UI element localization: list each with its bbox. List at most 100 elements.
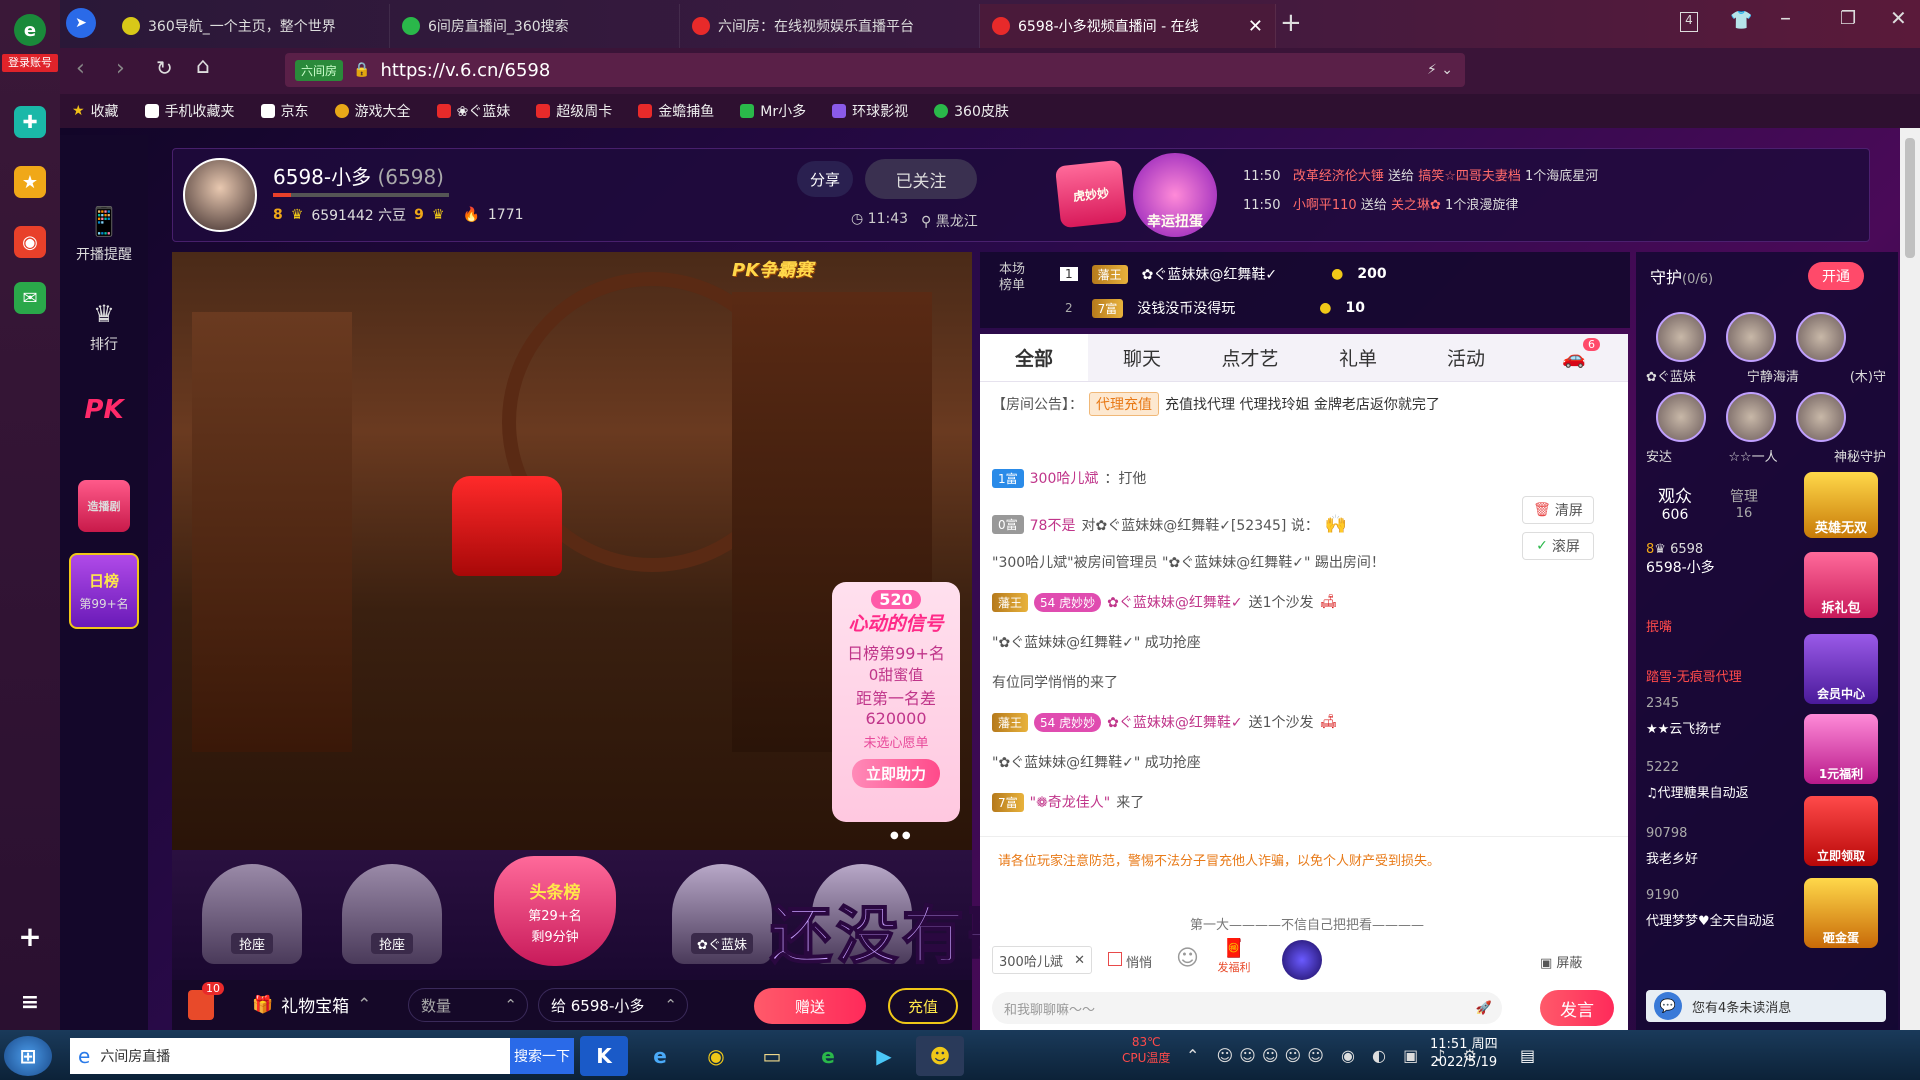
tab-giftlist[interactable]: 礼单 bbox=[1304, 334, 1412, 381]
bookmark-item[interactable]: ★ 收藏 bbox=[72, 101, 119, 121]
shield-button[interactable]: ▣ 屏蔽 bbox=[1540, 952, 1582, 971]
seat-2[interactable]: 抢座 bbox=[342, 864, 442, 964]
send-message-button[interactable]: 发言 bbox=[1540, 990, 1614, 1026]
tab-360nav[interactable]: 360导航_一个主页，整个世界 bbox=[110, 4, 390, 48]
refresh-icon[interactable]: ↻ bbox=[156, 56, 173, 80]
pk-banner[interactable]: PK争霸赛 bbox=[732, 256, 842, 282]
browser-logo-icon[interactable]: e bbox=[14, 14, 46, 46]
sidebar-item-daily[interactable]: 日榜 第99+名 bbox=[60, 553, 148, 629]
avatar[interactable] bbox=[1726, 312, 1776, 362]
promo-member[interactable]: 会员中心 bbox=[1804, 634, 1878, 704]
player-icon[interactable]: ▶ bbox=[860, 1036, 908, 1076]
bookmark-item[interactable]: 京东 bbox=[260, 101, 309, 121]
recipient-select[interactable]: 给 6598-小多 ⌃ bbox=[538, 988, 688, 1022]
fuli-button[interactable]: 🧧 发福利 bbox=[1212, 938, 1256, 978]
scroll-lock-button[interactable]: ✓ 滚屏 bbox=[1522, 532, 1594, 560]
ie-icon[interactable]: e bbox=[636, 1036, 684, 1076]
follow-button[interactable]: 已关注 bbox=[865, 159, 977, 199]
share-button[interactable]: 分享 bbox=[797, 161, 853, 197]
sidebar-item-rank[interactable]: ♛ 排行 bbox=[60, 300, 148, 354]
tab-search[interactable]: 6间房直播间_360搜索 bbox=[390, 4, 680, 48]
tab-chat[interactable]: 聊天 bbox=[1088, 334, 1196, 381]
tab-car[interactable]: 🚗 6 bbox=[1520, 334, 1628, 381]
forward-icon[interactable]: › bbox=[116, 56, 125, 81]
bookmark-item[interactable]: 金蟾捕鱼 bbox=[638, 101, 714, 121]
promo-redpacket[interactable]: 立即领取 bbox=[1804, 796, 1878, 866]
audience-user[interactable]: 8♛ 6598 6598-小多 bbox=[1646, 542, 1715, 577]
avatar[interactable] bbox=[183, 158, 257, 232]
open-guard-button[interactable]: 开通 bbox=[1808, 262, 1864, 290]
rank-row[interactable]: 1 藩王 ✿ぐ蓝妹妹@红舞鞋✓ ● 200 bbox=[1060, 264, 1387, 284]
magic-icon[interactable] bbox=[1282, 940, 1322, 980]
clock[interactable]: 11:51 周四 2022/5/19 bbox=[1430, 1036, 1498, 1072]
audience-user[interactable]: 抿嘴 bbox=[1646, 616, 1672, 635]
recharge-button[interactable]: 充值 bbox=[888, 988, 958, 1024]
sidebar-item-show[interactable]: 造播剧 bbox=[60, 480, 148, 532]
lightning-icon[interactable]: ⚡ ⌄ bbox=[1427, 62, 1453, 78]
bookmark-item[interactable]: Mr小多 bbox=[740, 101, 806, 121]
promo-tiger[interactable]: 虎妙妙 bbox=[1054, 159, 1128, 229]
tab-talent[interactable]: 点才艺 bbox=[1196, 334, 1304, 381]
audience-user[interactable]: ★★云飞扬ぜ bbox=[1646, 718, 1721, 737]
back-icon[interactable]: ‹ bbox=[76, 56, 85, 81]
folder-icon[interactable]: ▭ bbox=[748, 1036, 796, 1076]
close-tab-icon[interactable]: ✕ bbox=[1248, 16, 1263, 37]
mail-icon[interactable]: ✉ bbox=[14, 282, 46, 314]
carousel-dots[interactable]: ● ● bbox=[890, 830, 911, 841]
whisper-checkbox[interactable]: 悄悄 bbox=[1108, 952, 1152, 971]
promo-gift[interactable]: 拆礼包 bbox=[1804, 552, 1878, 618]
avatar[interactable] bbox=[1796, 392, 1846, 442]
bookmark-item[interactable]: 超级周卡 bbox=[536, 101, 612, 121]
audience-tab[interactable]: 观众 606 bbox=[1658, 482, 1692, 523]
navigation-icon[interactable]: ➤ bbox=[66, 8, 96, 38]
tab-6cn[interactable]: 六间房：在线视频娱乐直播平台 bbox=[680, 4, 980, 48]
close-window-icon[interactable]: ✕ bbox=[1890, 6, 1907, 30]
rank-title[interactable]: 本场榜单 bbox=[994, 262, 1030, 294]
notification-icon[interactable]: ▤ bbox=[1520, 1046, 1535, 1065]
new-tab-button[interactable]: + bbox=[1280, 8, 1302, 38]
taskbar-search-button[interactable]: 搜索一下 bbox=[510, 1038, 574, 1074]
login-button[interactable]: 登录账号 bbox=[2, 54, 58, 72]
seat-1[interactable]: 抢座 bbox=[202, 864, 302, 964]
start-icon[interactable]: ⊞ bbox=[4, 1036, 52, 1076]
avatar[interactable]: ☻ bbox=[916, 1036, 964, 1076]
tab-activity[interactable]: 活动 bbox=[1412, 334, 1520, 381]
audience-user[interactable]: 我老乡好 bbox=[1646, 848, 1698, 867]
seat-3[interactable]: ✿ぐ蓝妹 bbox=[672, 864, 772, 964]
url-text[interactable]: https://v.6.cn/6598 bbox=[380, 60, 550, 81]
favorites-icon[interactable]: ★ bbox=[14, 166, 46, 198]
page-scrollbar[interactable] bbox=[1900, 128, 1920, 1030]
send-gift-button[interactable]: 赠送 bbox=[754, 988, 866, 1024]
k-app-icon[interactable]: K bbox=[580, 1036, 628, 1076]
emoji-icon[interactable]: ☺ bbox=[1176, 946, 1199, 971]
avatar[interactable] bbox=[1796, 312, 1846, 362]
add-icon[interactable]: + bbox=[14, 920, 46, 953]
taskbar-window[interactable]: e 六间房直播 bbox=[70, 1038, 510, 1074]
promo-1yuan[interactable]: 1元福利 bbox=[1804, 714, 1878, 784]
rank-row[interactable]: 2 7富 没钱没币没得玩 ● 10 bbox=[1060, 298, 1365, 318]
treasure-button[interactable]: 🎁 礼物宝箱 ⌃ bbox=[252, 992, 371, 1018]
chrome-icon[interactable]: ◉ bbox=[692, 1036, 740, 1076]
audience-user[interactable]: ♫代理糖果自动返 bbox=[1646, 782, 1749, 801]
headline-badge[interactable]: 头条榜 第29+名 剩9分钟 bbox=[494, 856, 616, 966]
sidebar-item-remind[interactable]: 📱 开播提醒 bbox=[60, 205, 148, 264]
home-icon[interactable]: ⌂ bbox=[196, 54, 210, 79]
app-icon[interactable]: ✚ bbox=[14, 106, 46, 138]
menu-icon[interactable]: ≡ bbox=[14, 986, 46, 1018]
promo-egg[interactable]: 砸金蛋 bbox=[1804, 878, 1878, 948]
avatar[interactable] bbox=[1726, 392, 1776, 442]
quantity-input[interactable]: 数量 ⌃ bbox=[408, 988, 528, 1022]
shirt-icon[interactable]: 👕 bbox=[1730, 10, 1752, 31]
address-bar[interactable]: 六间房 🔒 https://v.6.cn/6598 ⚡ ⌄ bbox=[285, 53, 1465, 87]
unread-notice[interactable]: 💬 您有4条未读消息 bbox=[1646, 990, 1886, 1022]
video-player[interactable]: PK争霸赛 520 心动的信号 日榜第99+名 0甜蜜值 距第一名差 62000… bbox=[172, 252, 972, 850]
avatar[interactable] bbox=[1656, 312, 1706, 362]
minimize-icon[interactable]: – bbox=[1780, 6, 1791, 31]
promo-hero[interactable]: 英雄无双 bbox=[1804, 472, 1878, 538]
audience-user[interactable]: 代理梦梦♥全天自动返 bbox=[1646, 910, 1775, 929]
manage-tab[interactable]: 管理 16 bbox=[1730, 486, 1758, 521]
clear-screen-button[interactable]: 🗑 清屏 bbox=[1522, 496, 1594, 524]
weibo-icon[interactable]: ◉ bbox=[14, 226, 46, 258]
bookmark-item[interactable]: 360皮肤 bbox=[934, 101, 1009, 121]
target-user-select[interactable]: 300哈儿斌 ✕ bbox=[992, 946, 1092, 974]
